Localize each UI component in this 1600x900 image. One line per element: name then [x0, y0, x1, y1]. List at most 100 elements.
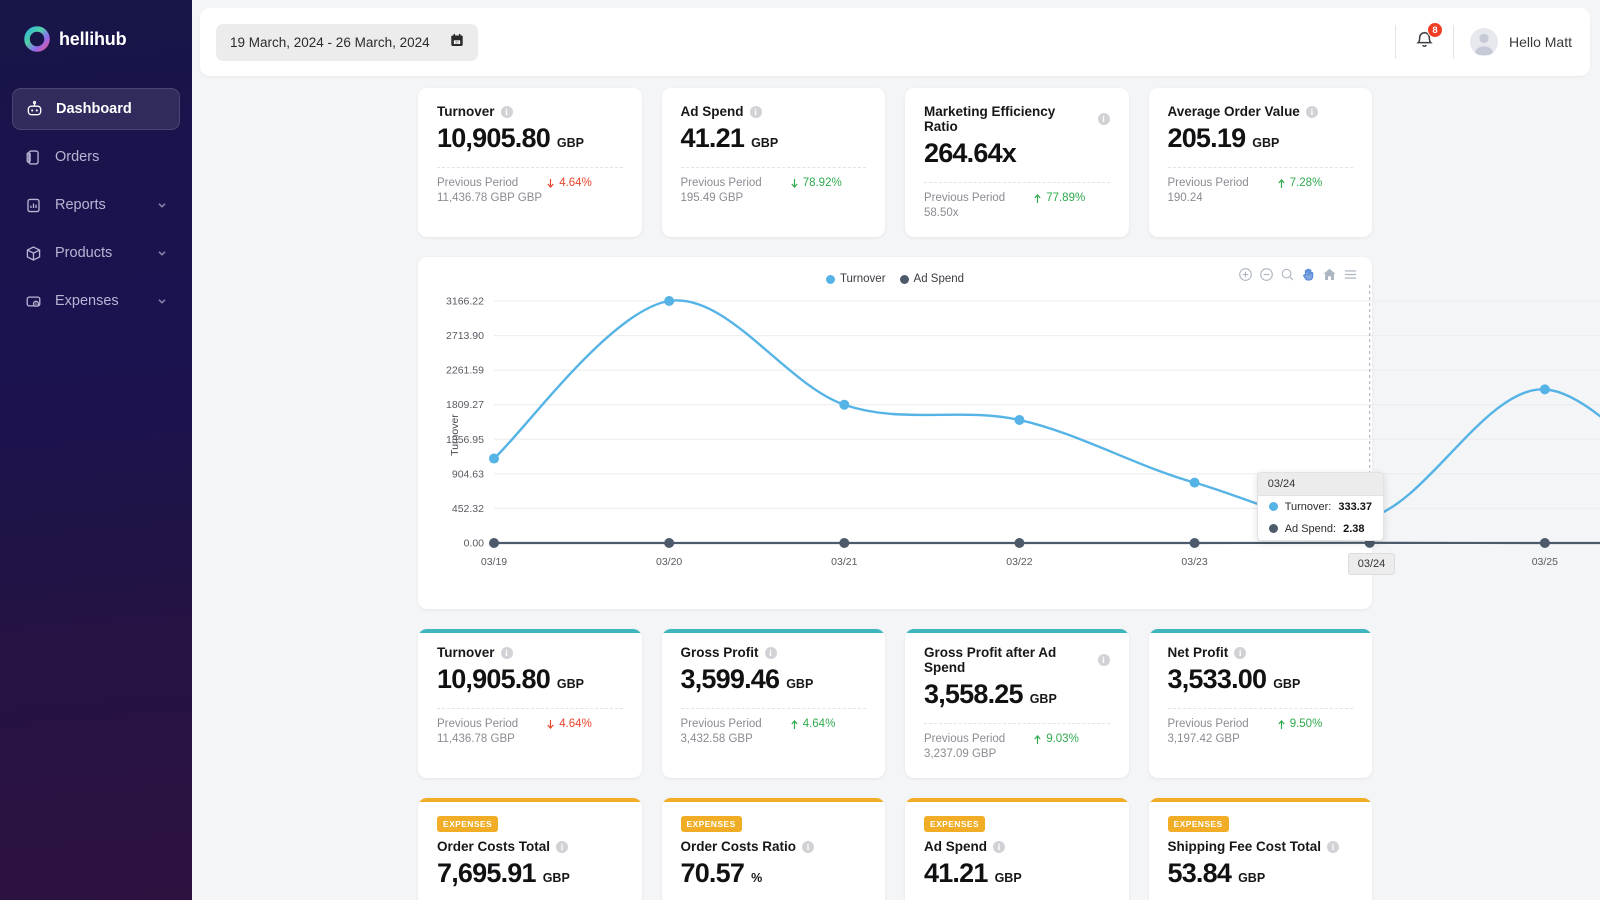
info-icon[interactable]: i: [556, 841, 568, 853]
card-value: 41.21: [924, 858, 988, 889]
chevron-down-icon[interactable]: [156, 247, 168, 259]
card-value-wrap: 205.19 GBP: [1168, 123, 1354, 154]
turnover-chart-card: Turnover Ad Spend: [418, 257, 1372, 609]
y-axis-tick-label: 904.63: [452, 468, 484, 480]
info-icon[interactable]: i: [802, 841, 814, 853]
card-unit: GBP: [995, 871, 1022, 885]
info-icon[interactable]: i: [1327, 841, 1339, 853]
data-point-marker[interactable]: [1190, 538, 1200, 548]
card-title-wrap: Ad Spend i: [681, 104, 867, 119]
hamburger-menu-icon[interactable]: [1343, 267, 1358, 282]
sidebar-item-reports[interactable]: Reports: [12, 184, 180, 226]
ring-logo-icon: [24, 26, 50, 52]
arrow-up-icon: [1277, 719, 1286, 730]
info-icon[interactable]: i: [993, 841, 1005, 853]
kpi-row-1: Turnover i 10,905.80 GBP Previous Period: [200, 88, 1590, 237]
delta-value: 9.50%: [1290, 718, 1323, 730]
line-chart-svg[interactable]: 0.00452.32904.631356.951809.272261.59271…: [432, 285, 1600, 585]
expenses-icon: $: [24, 292, 43, 311]
bell-icon: [1414, 37, 1435, 54]
data-point-marker[interactable]: [839, 400, 849, 410]
info-icon[interactable]: i: [750, 106, 762, 118]
app-root: hellihub Dashboard: [0, 0, 1600, 900]
divider: [681, 708, 867, 709]
card-value: 53.84: [1168, 858, 1232, 889]
data-point-marker[interactable]: [664, 296, 674, 306]
info-icon[interactable]: i: [1098, 113, 1110, 125]
sidebar-item-orders[interactable]: Orders: [12, 136, 180, 178]
expense-card[interactable]: EXPENSES Ad Spend i 41.21 GBP Previous P…: [905, 798, 1129, 900]
card-title: Order Costs Total: [437, 839, 550, 854]
y-axis-tick-label: 3166.22: [446, 296, 484, 308]
topbar-right: 8 Hello Matt: [1379, 25, 1572, 59]
kpi-card[interactable]: Turnover i 10,905.80 GBP Previous Period: [418, 629, 642, 778]
data-point-marker[interactable]: [1190, 478, 1200, 488]
card-value-wrap: 3,533.00 GBP: [1168, 664, 1354, 695]
expense-card[interactable]: EXPENSES Order Costs Ratio i 70.57 % Pre…: [662, 798, 886, 900]
card-footer: Previous Period 9.50% 3,197.42 GBP: [1168, 718, 1354, 745]
date-range-picker[interactable]: 19 March, 2024 - 26 March, 2024 31: [216, 24, 478, 61]
calendar-icon[interactable]: 31: [450, 33, 464, 52]
previous-period-value: 58.50x: [924, 207, 1110, 219]
home-reset-icon[interactable]: [1322, 267, 1337, 282]
arrow-up-icon: [1033, 734, 1042, 745]
card-title-wrap: Net Profit i: [1168, 645, 1354, 660]
expense-card[interactable]: EXPENSES Order Costs Total i 7,695.91 GB…: [418, 798, 642, 900]
card-unit: GBP: [557, 677, 584, 691]
delta-badge: 4.64%: [546, 718, 592, 730]
info-icon[interactable]: i: [765, 647, 777, 659]
info-icon[interactable]: i: [501, 106, 513, 118]
data-point-marker[interactable]: [1014, 538, 1024, 548]
kpi-row-2: Turnover i 10,905.80 GBP Previous Period: [200, 629, 1590, 778]
kpi-card[interactable]: Marketing Efficiency Ratio i 264.64x Pre…: [905, 88, 1129, 237]
info-icon[interactable]: i: [1098, 654, 1110, 666]
expense-card[interactable]: EXPENSES Shipping Fee Cost Total i 53.84…: [1149, 798, 1373, 900]
previous-period-label: Previous Period: [681, 718, 762, 730]
data-point-marker[interactable]: [664, 538, 674, 548]
zoom-in-icon[interactable]: [1238, 267, 1253, 282]
kpi-card[interactable]: Turnover i 10,905.80 GBP Previous Period: [418, 88, 642, 237]
card-value: 3,533.00: [1168, 664, 1267, 695]
chevron-down-icon[interactable]: [156, 199, 168, 211]
info-icon[interactable]: i: [501, 647, 513, 659]
zoom-selection-icon[interactable]: [1280, 267, 1295, 282]
chart-plot-area[interactable]: Turnover 0.00452.32904.631356.951809.272…: [432, 285, 1358, 585]
info-icon[interactable]: i: [1306, 106, 1318, 118]
kpi-card[interactable]: Net Profit i 3,533.00 GBP Previous Perio…: [1149, 629, 1373, 778]
divider: [1395, 25, 1396, 59]
legend-item-ad-spend[interactable]: Ad Spend: [900, 273, 965, 285]
data-point-marker[interactable]: [1014, 415, 1024, 425]
arrow-down-icon: [546, 178, 555, 189]
zoom-out-icon[interactable]: [1259, 267, 1274, 282]
data-point-marker[interactable]: [489, 538, 499, 548]
card-footer: Previous Period 4.64% 3,432.58 GBP: [681, 718, 867, 745]
sidebar-item-products[interactable]: Products: [12, 232, 180, 274]
data-point-marker[interactable]: [489, 454, 499, 464]
sidebar-item-expenses[interactable]: $ Expenses: [12, 280, 180, 322]
chevron-down-icon[interactable]: [156, 295, 168, 307]
previous-period-label: Previous Period: [924, 733, 1005, 745]
previous-period-label: Previous Period: [437, 177, 518, 189]
avatar[interactable]: [1470, 28, 1498, 56]
previous-period-value: 3,432.58 GBP: [681, 733, 867, 745]
card-value: 10,905.80: [437, 664, 550, 695]
notifications-button[interactable]: 8: [1412, 27, 1437, 57]
legend-dot-icon: [826, 275, 835, 284]
sidebar-item-dashboard[interactable]: Dashboard: [12, 88, 180, 130]
data-point-marker[interactable]: [839, 538, 849, 548]
card-value: 264.64x: [924, 138, 1016, 169]
pan-hand-icon[interactable]: [1301, 267, 1316, 282]
kpi-card[interactable]: Gross Profit after Ad Spend i 3,558.25 G…: [905, 629, 1129, 778]
kpi-card[interactable]: Gross Profit i 3,599.46 GBP Previous Per…: [662, 629, 886, 778]
data-point-marker[interactable]: [1540, 384, 1550, 394]
brand-name: hellihub: [59, 29, 126, 50]
data-point-marker[interactable]: [1540, 538, 1550, 548]
reports-icon: [24, 196, 43, 215]
kpi-card[interactable]: Ad Spend i 41.21 GBP Previous Period: [662, 88, 886, 237]
info-icon[interactable]: i: [1234, 647, 1246, 659]
delta-badge: 4.64%: [790, 718, 836, 730]
kpi-card[interactable]: Average Order Value i 205.19 GBP Previou…: [1149, 88, 1373, 237]
previous-period-label: Previous Period: [437, 718, 518, 730]
brand[interactable]: hellihub: [12, 0, 180, 52]
legend-item-turnover[interactable]: Turnover: [826, 273, 886, 285]
